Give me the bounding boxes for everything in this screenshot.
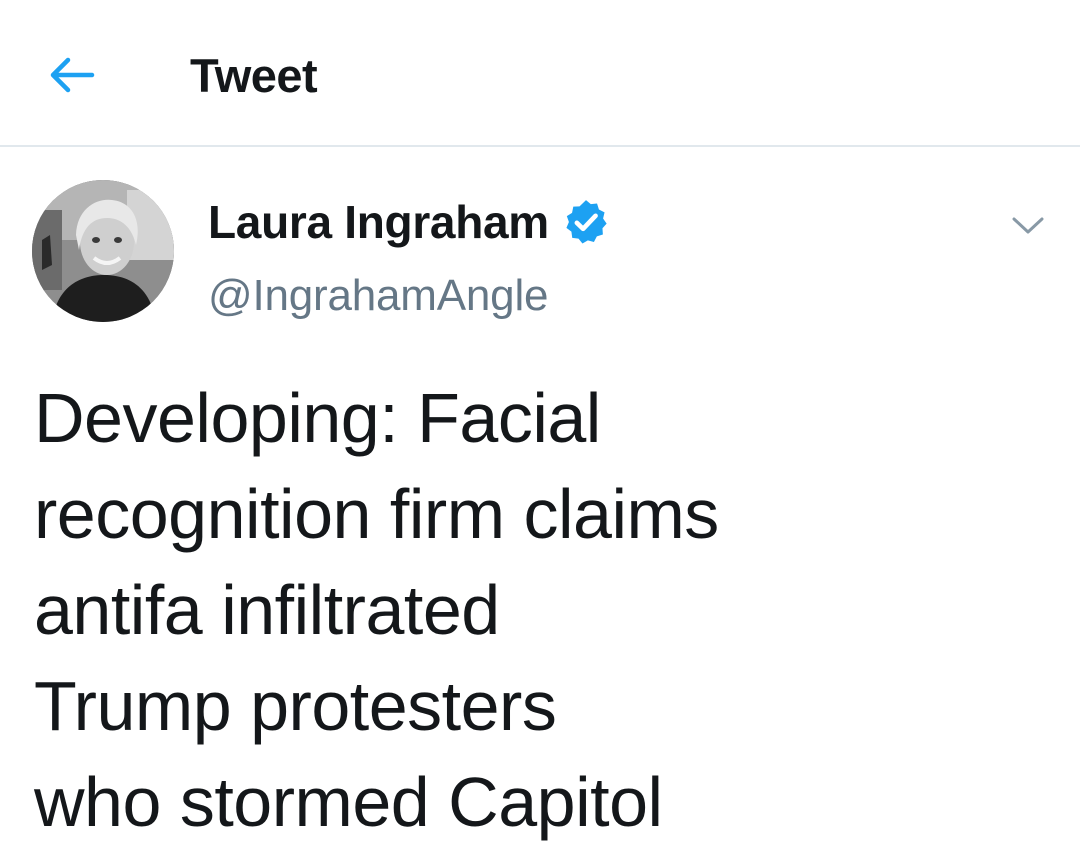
author-handle[interactable]: @IngrahamAngle xyxy=(208,268,548,324)
top-app-bar: Tweet xyxy=(0,0,1080,147)
back-button[interactable] xyxy=(44,50,100,100)
tweet-text-line: antifa infiltrated xyxy=(34,571,500,649)
tweet-text-line: Developing: Facial xyxy=(34,379,601,457)
tweet-text: Developing: Facial recognition firm clai… xyxy=(34,370,1014,850)
tweet-text-line: Trump protesters xyxy=(34,667,557,745)
tweet-menu-button[interactable] xyxy=(1008,206,1048,246)
name-row: Laura Ingraham xyxy=(208,194,611,250)
chevron-down-icon xyxy=(1012,217,1044,234)
avatar-photo xyxy=(32,180,174,322)
author-name[interactable]: Laura Ingraham xyxy=(208,194,549,250)
avatar[interactable] xyxy=(32,180,174,322)
arrow-left-icon xyxy=(50,57,95,93)
tweet-text-line: who stormed Capitol xyxy=(34,763,663,841)
page-title: Tweet xyxy=(190,49,318,102)
tweet-text-line: recognition firm claims xyxy=(34,475,719,553)
verified-badge-icon xyxy=(561,197,611,247)
tweet-author: Laura Ingraham @IngrahamAngle xyxy=(0,180,1080,330)
